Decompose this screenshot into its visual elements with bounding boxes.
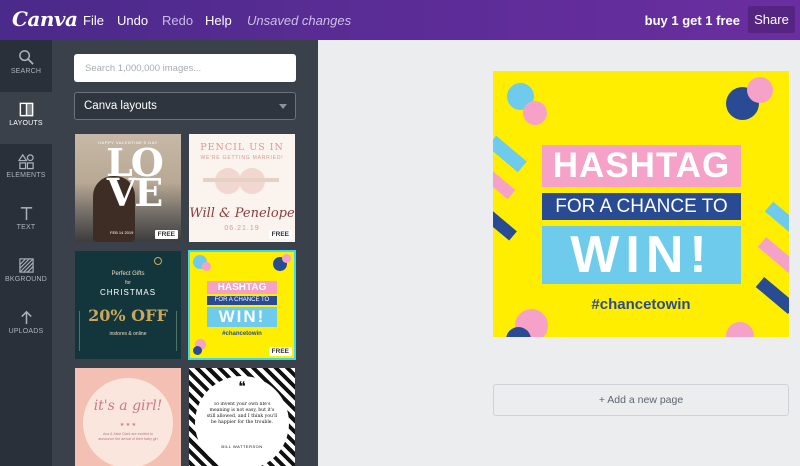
layouts-icon <box>0 92 52 120</box>
hashtag-line3: WIN! <box>207 307 277 327</box>
rail-label: TEXT <box>16 224 36 231</box>
pencil-shape <box>203 178 279 182</box>
canva-editor: Canva File Undo Redo Help Unsaved change… <box>0 0 800 466</box>
girl-stars: ★ ★ ★ <box>119 422 137 428</box>
bar-decoration[interactable] <box>764 201 789 234</box>
hashtag-text[interactable]: #chancetowin <box>493 296 789 313</box>
love-word: LOVE <box>106 140 164 215</box>
bar-decoration[interactable] <box>493 135 527 173</box>
rail-label: ELEMENTS <box>6 172 46 179</box>
layout-thumb-christmas[interactable]: Perfect Gifts for CHRISTMAS 20% OFF inst… <box>75 251 181 359</box>
redo-button[interactable]: Redo <box>162 13 193 28</box>
share-button[interactable]: Share <box>748 6 795 33</box>
branch-decoration <box>163 311 177 351</box>
rail-label: SEARCH <box>10 68 42 75</box>
bar-decoration[interactable] <box>493 209 517 241</box>
dropdown-value: Canva layouts <box>84 100 157 112</box>
layout-thumb-quote[interactable]: ❝ To invent your own life's meaning is n… <box>189 368 295 466</box>
christmas-line3: CHRISTMAS <box>99 288 157 297</box>
layout-thumb-girl[interactable]: it's a girl! ★ ★ ★ Ava & Jake Clark are … <box>75 368 181 466</box>
headline-win[interactable]: WIN! <box>542 226 741 284</box>
circle-decoration[interactable] <box>726 322 754 337</box>
free-badge: FREE <box>268 347 292 356</box>
background-icon <box>0 248 52 276</box>
free-badge: FREE <box>154 230 178 239</box>
hashtag-line1: HASHTAG <box>207 281 277 294</box>
rail-item-uploads[interactable]: UPLOADS <box>0 300 52 352</box>
headline-hashtag[interactable]: HASHTAG <box>542 145 741 187</box>
wedding-heading: PENCIL US IN <box>200 142 284 153</box>
layout-thumb-wedding[interactable]: PENCIL US IN WE'RE GETTING MARRIED! Will… <box>189 134 295 242</box>
layout-thumb-hashtag[interactable]: HASHTAG FOR A CHANCE TO WIN! #chancetowi… <box>188 250 296 360</box>
christmas-line2: for <box>125 280 131 286</box>
hashtag-line2: FOR A CHANCE TO <box>207 296 277 305</box>
christmas-line1: Perfect Gifts <box>111 271 145 277</box>
circle-decoration[interactable] <box>747 77 773 103</box>
layouts-panel: Canva layouts HAPPY VALENTINE'S DAY LOVE… <box>52 40 318 466</box>
ornament-icon <box>154 257 162 265</box>
headline-subtitle[interactable]: FOR A CHANCE TO <box>542 193 741 220</box>
free-badge: FREE <box>268 230 292 239</box>
rail-item-elements[interactable]: ELEMENTS <box>0 144 52 196</box>
girl-small-text: Ava & Jake Clark are excited to announce… <box>98 432 158 441</box>
top-bar: Canva File Undo Redo Help Unsaved change… <box>0 0 800 40</box>
rail-item-background[interactable]: BKGROUND <box>0 248 52 300</box>
layout-type-dropdown[interactable]: Canva layouts <box>74 92 296 120</box>
rail-item-text[interactable]: TEXT <box>0 196 52 248</box>
quote-text: To invent your own life's meaning is not… <box>206 402 278 425</box>
branch-decoration <box>79 311 93 351</box>
rail-item-layouts[interactable]: LAYOUTS <box>0 92 52 144</box>
promo-link[interactable]: buy 1 get 1 free <box>645 13 740 28</box>
rail-label: BKGROUND <box>4 276 48 283</box>
elements-icon <box>0 144 52 172</box>
help-menu[interactable]: Help <box>205 13 232 28</box>
hashtag-tag: #chancetowin <box>222 331 262 337</box>
circle-decoration <box>193 346 202 355</box>
bar-decoration[interactable] <box>493 170 516 200</box>
search-icon <box>0 40 52 68</box>
wedding-subheading: WE'RE GETTING MARRIED! <box>200 155 284 161</box>
image-search-input[interactable] <box>74 54 296 82</box>
editor-stage: HASHTAG FOR A CHANCE TO WIN! #chancetowi… <box>318 40 800 466</box>
bar-decoration[interactable] <box>757 237 789 274</box>
circle-decoration <box>202 262 211 271</box>
rail-item-search[interactable]: SEARCH <box>0 40 52 92</box>
save-status: Unsaved changes <box>247 13 352 28</box>
add-page-button[interactable]: + Add a new page <box>493 384 789 416</box>
circle-decoration[interactable] <box>523 101 547 125</box>
quote-mark-icon: ❝ <box>238 378 246 394</box>
rail-label: LAYOUTS <box>9 120 43 127</box>
girl-title: it's a girl! <box>93 398 163 414</box>
canva-logo[interactable]: Canva <box>12 7 78 31</box>
design-canvas[interactable]: HASHTAG FOR A CHANCE TO WIN! #chancetowi… <box>493 71 789 337</box>
rail-label: UPLOADS <box>8 328 44 335</box>
layout-thumb-love[interactable]: HAPPY VALENTINE'S DAY LOVE FEB 14 2019 F… <box>75 134 181 242</box>
quote-author: BILL WATTERSON <box>221 444 263 449</box>
circle-decoration <box>282 254 291 263</box>
undo-button[interactable]: Undo <box>117 13 148 28</box>
tool-rail: SEARCH LAYOUTS ELEMENTS TEXT BKGROUND UP… <box>0 40 52 466</box>
text-icon <box>0 196 52 224</box>
wedding-names: Will & Penelope <box>189 206 295 221</box>
love-date: FEB 14 2019 <box>110 230 134 235</box>
chevron-down-icon <box>279 104 287 109</box>
uploads-icon <box>0 300 52 328</box>
file-menu[interactable]: File <box>83 13 104 28</box>
